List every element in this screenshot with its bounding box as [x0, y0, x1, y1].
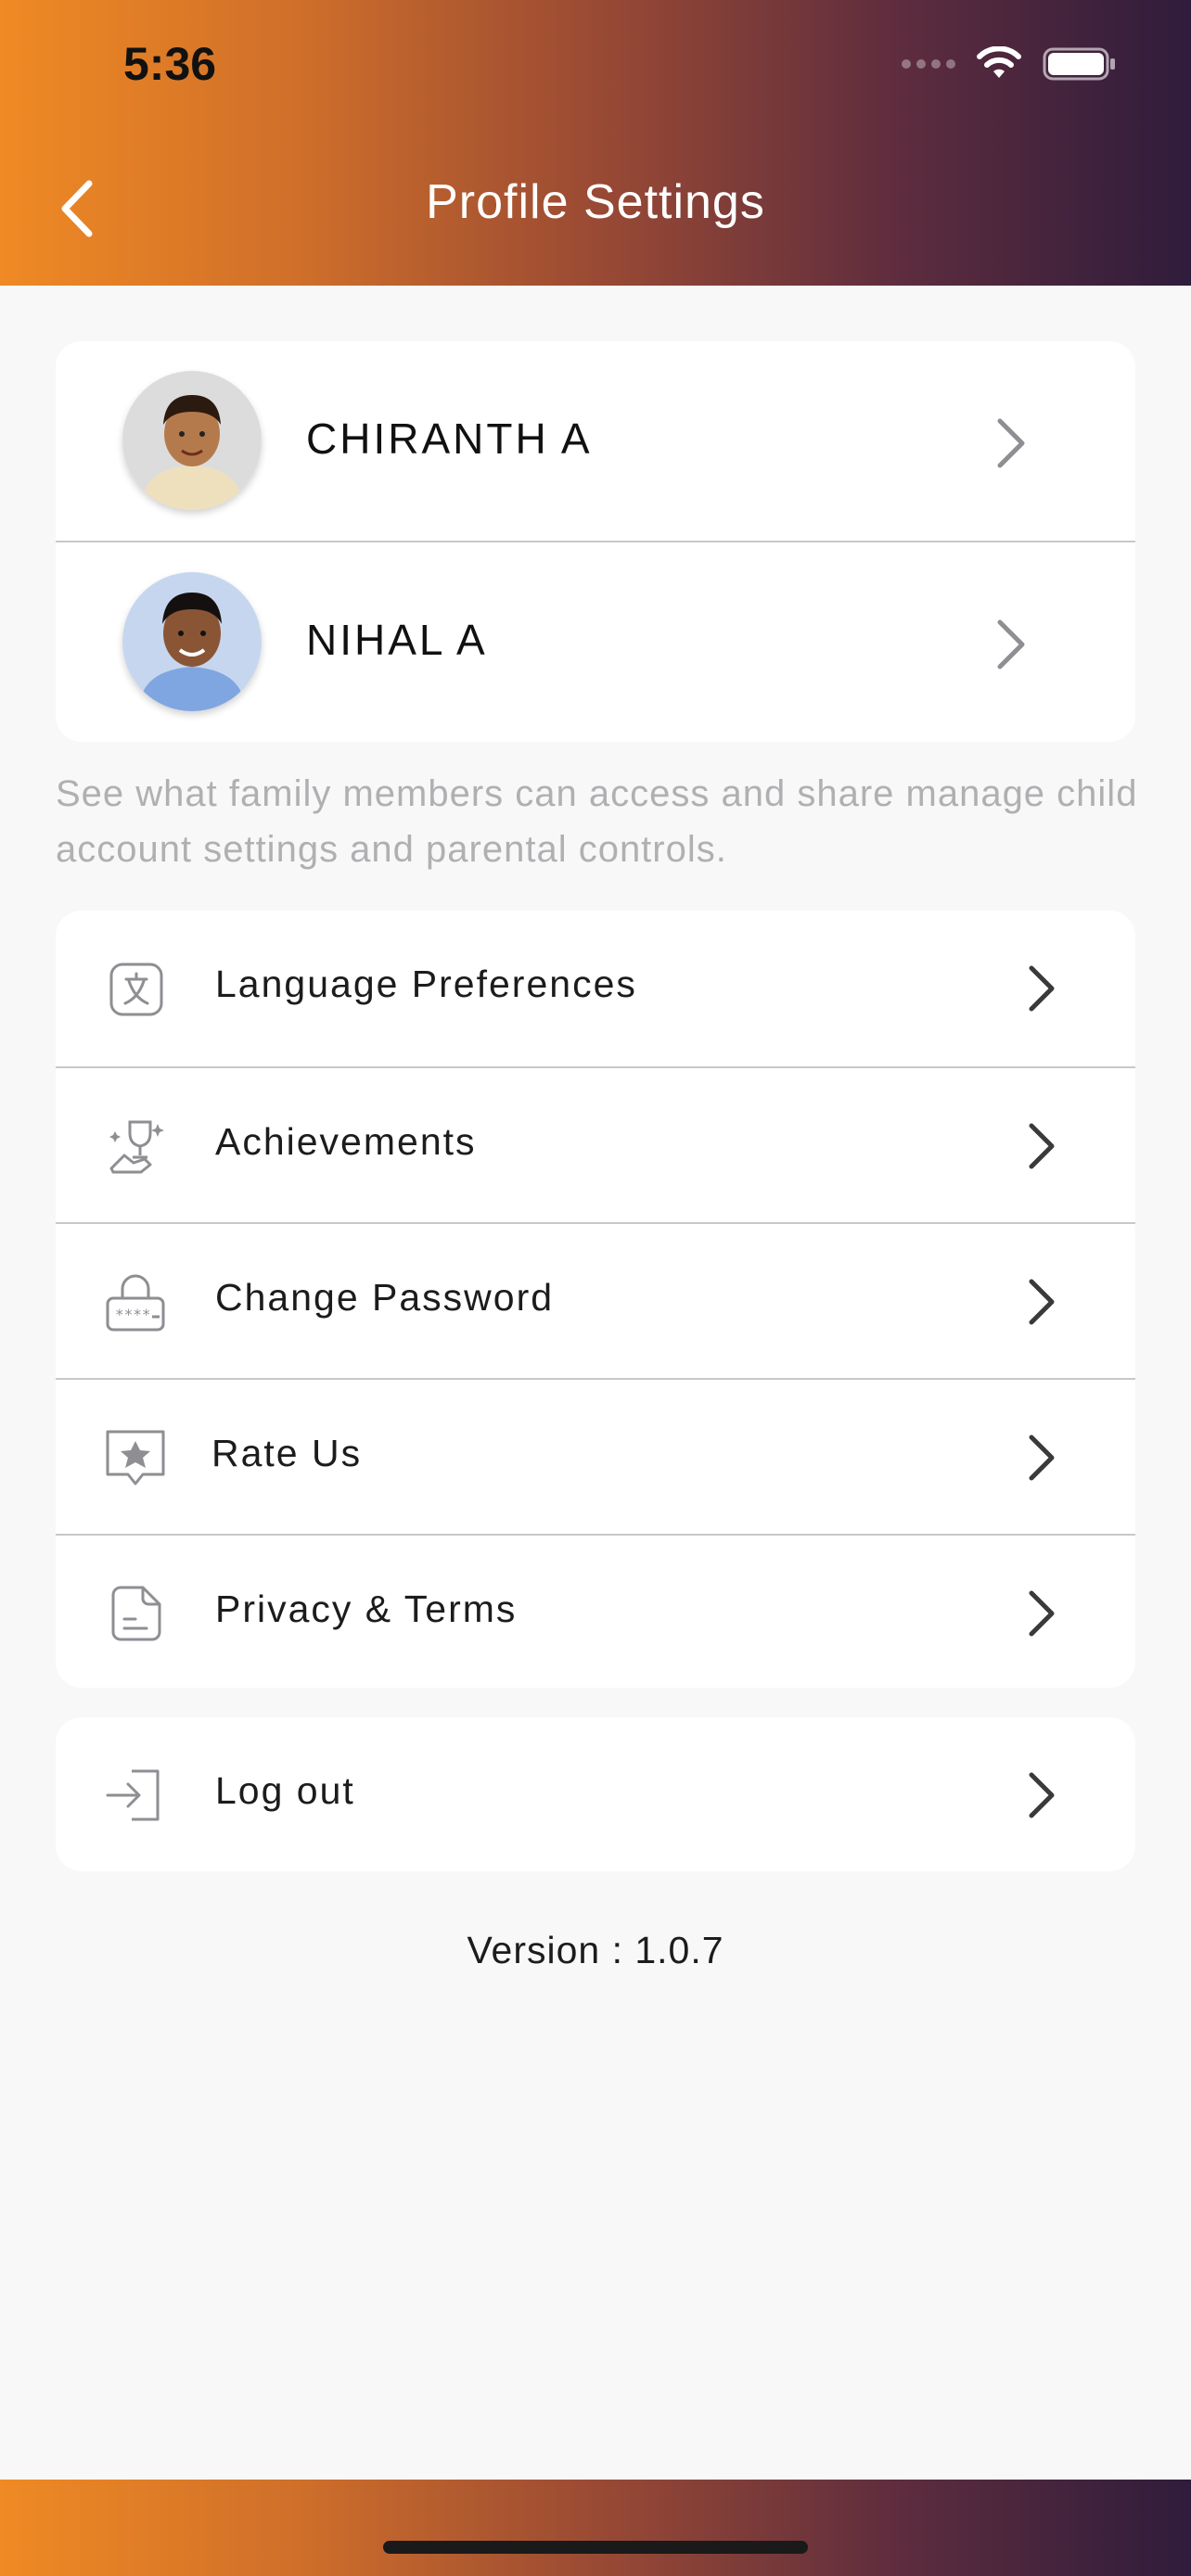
star-badge-icon — [106, 1430, 165, 1486]
header: 5:36 Profile Settings — [0, 0, 1191, 286]
chevron-right-icon — [997, 619, 1025, 670]
logout-button[interactable]: Log out — [56, 1717, 1135, 1871]
menu-label: Privacy & Terms — [215, 1588, 518, 1630]
battery-icon — [1043, 47, 1115, 81]
status-time: 5:36 — [123, 38, 217, 90]
bottom-bar — [0, 2480, 1191, 2576]
profiles-card: CHIRANTH A NIHAL A — [56, 341, 1135, 742]
app-version: Version : 1.0.7 — [467, 1929, 724, 1971]
chevron-right-icon — [1029, 1279, 1055, 1325]
language-icon — [109, 963, 163, 1016]
status-icons — [902, 46, 1117, 82]
menu-item-language[interactable]: Language Preferences — [56, 911, 1135, 1066]
chevron-right-icon — [1029, 1590, 1055, 1637]
family-description: See what family members can access and s… — [56, 773, 1138, 870]
wifi-icon — [977, 46, 1021, 78]
chevron-right-icon — [1029, 1123, 1055, 1169]
settings-menu: Language Preferences Achievements **** C… — [56, 911, 1135, 1688]
menu-label: Log out — [215, 1769, 355, 1812]
svg-text:****: **** — [115, 1306, 151, 1323]
trophy-icon — [109, 1120, 164, 1174]
lock-icon: **** — [106, 1274, 165, 1332]
logout-card: Log out — [56, 1717, 1135, 1871]
profile-row-chiranth[interactable]: CHIRANTH A — [56, 341, 1135, 541]
menu-label: Change Password — [215, 1276, 555, 1319]
menu-item-rate-us[interactable]: Rate Us — [56, 1378, 1135, 1534]
menu-item-change-password[interactable]: **** Change Password — [56, 1222, 1135, 1378]
signal-icon — [902, 59, 955, 69]
profile-name: CHIRANTH A — [306, 414, 593, 463]
menu-item-privacy-terms[interactable]: Privacy & Terms — [56, 1534, 1135, 1688]
chevron-right-icon — [997, 418, 1025, 468]
menu-item-achievements[interactable]: Achievements — [56, 1066, 1135, 1222]
menu-label: Achievements — [215, 1120, 477, 1163]
chevron-right-icon — [1029, 965, 1055, 1012]
menu-label: Language Preferences — [215, 963, 637, 1005]
avatar — [122, 572, 262, 711]
chevron-right-icon — [1029, 1435, 1055, 1481]
profile-name: NIHAL A — [306, 616, 488, 664]
page-title: Profile Settings — [426, 175, 765, 229]
profile-row-nihal[interactable]: NIHAL A — [56, 541, 1135, 740]
home-indicator[interactable] — [383, 2541, 808, 2554]
logout-icon — [106, 1769, 160, 1821]
avatar — [122, 371, 262, 510]
menu-label: Rate Us — [211, 1432, 363, 1474]
chevron-right-icon — [1029, 1772, 1055, 1818]
document-icon — [111, 1586, 161, 1641]
